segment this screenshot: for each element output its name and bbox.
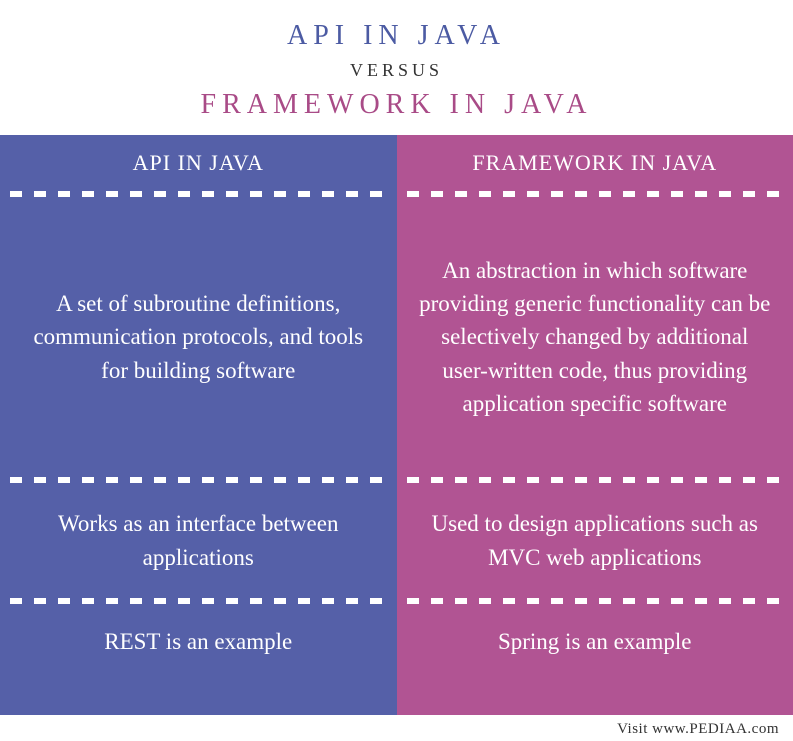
versus-label: VERSUS bbox=[10, 60, 783, 81]
api-usage: Works as an interface between applicatio… bbox=[0, 483, 397, 598]
title-bottom: FRAMEWORK IN JAVA bbox=[10, 89, 783, 121]
footer-credit: Visit www.PEDIAA.com bbox=[0, 715, 793, 738]
comparison-table: API IN JAVA A set of subroutine definiti… bbox=[0, 135, 793, 715]
title-top: API IN JAVA bbox=[10, 20, 783, 52]
framework-example: Spring is an example bbox=[397, 604, 793, 679]
column-api: API IN JAVA A set of subroutine definiti… bbox=[0, 135, 397, 715]
api-example: REST is an example bbox=[0, 604, 397, 679]
framework-usage: Used to design applications such as MVC … bbox=[397, 483, 793, 598]
api-definition: A set of subroutine definitions, communi… bbox=[0, 197, 397, 477]
column-framework-header: FRAMEWORK IN JAVA bbox=[397, 135, 793, 191]
column-api-header: API IN JAVA bbox=[0, 135, 397, 191]
framework-definition: An abstraction in which software providi… bbox=[397, 197, 793, 477]
comparison-header: API IN JAVA VERSUS FRAMEWORK IN JAVA bbox=[0, 0, 793, 135]
column-framework: FRAMEWORK IN JAVA An abstraction in whic… bbox=[397, 135, 793, 715]
